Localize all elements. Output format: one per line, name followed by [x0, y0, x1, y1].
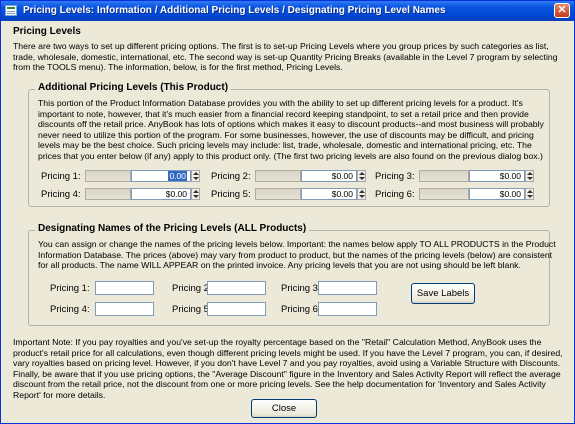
price-3-spinner[interactable] [525, 170, 534, 182]
price-6-label: Pricing 6: [375, 189, 415, 200]
name-5-input[interactable] [207, 302, 266, 316]
price-1-input[interactable]: 0.00 [131, 170, 191, 182]
note-line: product's retail price for all calculati… [13, 347, 563, 358]
name-1-input[interactable] [95, 281, 154, 295]
name-6-input[interactable] [318, 302, 377, 316]
text-line: prices that you enter below (if any) app… [38, 150, 543, 161]
name-6-label: Pricing 6: [281, 304, 321, 315]
app-icon [5, 5, 17, 16]
pricing-levels-heading: Pricing Levels [13, 26, 81, 37]
price-4-label: Pricing 4: [41, 189, 81, 200]
title-bar[interactable]: Pricing Levels: Information / Additional… [1, 1, 574, 21]
note-line: discount from the retail price, not the … [13, 379, 546, 390]
name-1-label: Pricing 1: [50, 283, 90, 294]
price-2-input[interactable]: $0.00 [301, 170, 357, 182]
text-line: never need to utilize this portion of th… [38, 129, 534, 140]
text-line: This portion of the Product Information … [38, 98, 523, 108]
name-4-input[interactable] [95, 302, 154, 316]
price-2-label: Pricing 2: [211, 171, 251, 182]
save-labels-button[interactable]: Save Labels [411, 283, 475, 304]
price-5-currency-box [255, 188, 301, 200]
intro-line: trade, wholesale, domestic, internationa… [13, 51, 558, 62]
name-5-label: Pricing 5: [172, 304, 212, 315]
name-2-input[interactable] [207, 281, 266, 295]
text-line: Information Database. The prices (above)… [38, 249, 553, 260]
price-3-input[interactable]: $0.00 [469, 170, 525, 182]
text-line: You can assign or change the names of th… [38, 239, 556, 249]
price-4-input[interactable]: $0.00 [131, 188, 191, 200]
designating-names-title: Designating Names of the Pricing Levels … [35, 223, 310, 234]
name-4-label: Pricing 4: [50, 304, 90, 315]
price-3-label: Pricing 3: [375, 171, 415, 182]
pricing-levels-intro: There are two ways to set up different p… [13, 41, 558, 73]
important-note: Important Note: If you pay royalties and… [13, 337, 563, 401]
designating-names-text: You can assign or change the names of th… [38, 239, 556, 271]
note-line: vary royalties based on pricing level. H… [13, 358, 561, 369]
dialog-window: Pricing Levels: Information / Additional… [0, 0, 575, 424]
price-6-spinner[interactable] [525, 188, 534, 200]
name-3-input[interactable] [318, 281, 377, 295]
note-line: Important Note: If you pay royalties and… [13, 337, 542, 347]
additional-pricing-text: This portion of the Product Information … [38, 98, 544, 162]
price-1-label: Pricing 1: [41, 171, 81, 182]
name-2-label: Pricing 2: [172, 283, 212, 294]
additional-pricing-title: Additional Pricing Levels (This Product) [35, 82, 232, 93]
text-line: for all products. The name WILL APPEAR o… [38, 260, 521, 271]
price-5-spinner[interactable] [357, 188, 366, 200]
text-line: discounts off the retail price. AnyBook … [38, 119, 544, 130]
name-3-label: Pricing 3: [281, 283, 321, 294]
text-line: levels may be the best choice. Such pric… [38, 140, 532, 151]
window-title: Pricing Levels: Information / Additional… [23, 5, 446, 16]
price-6-currency-box [419, 188, 469, 200]
price-4-spinner[interactable] [191, 188, 200, 200]
intro-line: from the TOOLS menu). The information, b… [13, 62, 343, 73]
note-line: Finally, be aware that if you use pricin… [13, 368, 561, 379]
price-5-input[interactable]: $0.00 [301, 188, 357, 200]
window-close-icon[interactable]: ✕ [554, 3, 570, 18]
price-6-input[interactable]: $0.00 [469, 188, 525, 200]
price-2-currency-box [255, 170, 301, 182]
price-1-spinner[interactable] [191, 170, 200, 182]
price-3-currency-box [419, 170, 469, 182]
price-2-spinner[interactable] [357, 170, 366, 182]
text-line: important to note, however, that it's mu… [38, 108, 529, 119]
price-4-currency-box [85, 188, 131, 200]
price-5-label: Pricing 5: [211, 189, 251, 200]
intro-line: There are two ways to set up different p… [13, 41, 549, 51]
close-button[interactable]: Close [251, 399, 317, 418]
price-1-value: 0.00 [168, 171, 187, 181]
price-1-currency-box [85, 170, 131, 182]
